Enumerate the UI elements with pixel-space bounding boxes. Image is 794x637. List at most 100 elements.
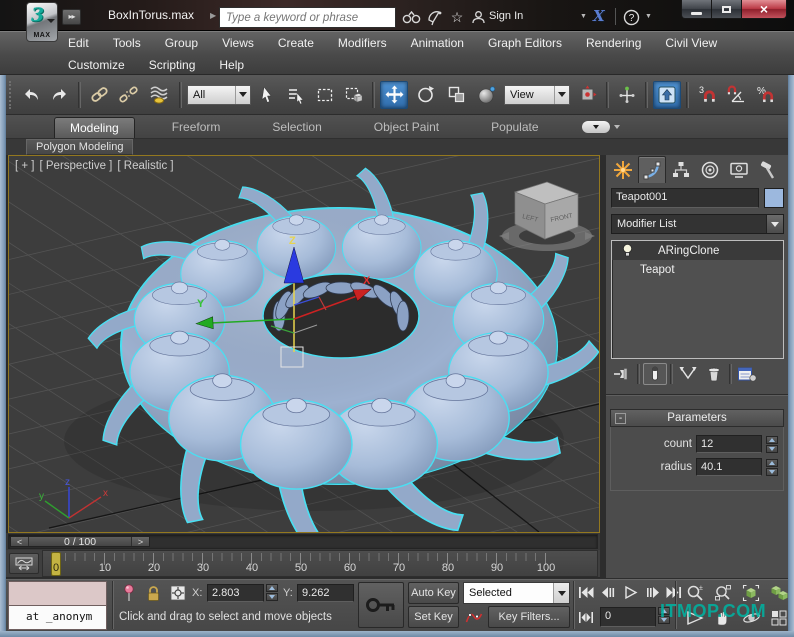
make-unique-button[interactable]	[676, 363, 700, 385]
viewport-menu-general[interactable]: [ + ]	[15, 160, 35, 172]
search-input[interactable]	[220, 8, 395, 28]
ribbon-tab[interactable]: Modeling	[54, 117, 135, 138]
parameter-value-field[interactable]: 40.1	[696, 458, 762, 476]
visibility-bulb-icon[interactable]	[621, 243, 634, 258]
ribbon-panel-polygon-modeling[interactable]: Polygon Modeling	[26, 139, 134, 155]
auto-key-button[interactable]: Auto Key	[408, 582, 459, 604]
current-frame-field[interactable]: 0	[600, 607, 656, 627]
spinner-up-icon[interactable]	[766, 435, 778, 444]
track-bar-ruler[interactable]: 0 10 20 30 40 50 60 70 80 90 100	[42, 550, 598, 577]
modifier-list-dropdown[interactable]: Modifier List	[611, 214, 784, 234]
menu-item[interactable]: Civil View	[653, 34, 729, 52]
ribbon-tab[interactable]: Populate	[476, 117, 553, 138]
tab-modify[interactable]	[638, 156, 666, 183]
select-and-rotate-button[interactable]	[411, 82, 439, 108]
ribbon-tab[interactable]: Selection	[257, 117, 336, 138]
viewport-menu-shading[interactable]: [ Realistic ]	[117, 160, 173, 172]
spinner-up-icon[interactable]	[266, 584, 278, 592]
sign-in-dropdown-caret-icon[interactable]: ▼	[580, 13, 587, 20]
modifier-stack-row[interactable]: Teapot	[612, 260, 783, 279]
rollout-collapse-icon[interactable]: -	[615, 413, 626, 424]
favorites-star-icon[interactable]: ☆	[447, 9, 467, 26]
parameter-spinner[interactable]	[766, 435, 778, 453]
menu-item[interactable]: Help	[207, 56, 256, 74]
remove-modifier-button[interactable]	[702, 363, 726, 385]
perspective-viewport[interactable]: [ + ] [ Perspective ] [ Realistic ] X Y …	[8, 155, 600, 533]
menu-item[interactable]: Customize	[56, 56, 137, 74]
tab-create[interactable]	[609, 156, 637, 183]
viewport-menu-pov[interactable]: [ Perspective ]	[40, 160, 113, 172]
select-by-name-button[interactable]	[283, 82, 309, 108]
spinner-down-icon[interactable]	[766, 467, 778, 476]
pin-stack-button[interactable]	[610, 363, 634, 385]
undo-button[interactable]	[18, 82, 44, 108]
tab-display[interactable]	[725, 156, 753, 183]
go-to-start-button[interactable]	[577, 582, 595, 602]
help-dropdown-caret-icon[interactable]: ▼	[645, 13, 652, 20]
parameters-rollout-header[interactable]: - Parameters	[610, 409, 784, 427]
parameter-spinner[interactable]	[766, 458, 778, 476]
select-and-manipulate-button[interactable]	[614, 82, 640, 108]
menu-item[interactable]: Graph Editors	[476, 34, 574, 52]
maxscript-listener-output[interactable]	[8, 581, 107, 606]
time-slider-handle[interactable]: < 0 / 100 >	[10, 536, 150, 548]
modifier-stack-row[interactable]: ARingClone	[612, 241, 783, 260]
y-coordinate-field[interactable]: 9.262	[297, 584, 354, 602]
configure-modifier-sets-button[interactable]	[735, 363, 759, 385]
menu-item[interactable]: Tools	[101, 34, 153, 52]
keyboard-shortcut-override-button[interactable]	[653, 80, 681, 109]
menu-item[interactable]: Create	[266, 34, 326, 52]
toolbar-grip[interactable]	[9, 80, 13, 109]
select-and-place-button[interactable]	[473, 82, 501, 108]
menu-item[interactable]: Rendering	[574, 34, 653, 52]
selection-filter-dropdown[interactable]: All	[187, 84, 251, 105]
communication-center-button[interactable]	[425, 9, 445, 26]
menu-item[interactable]: Modifiers	[326, 34, 399, 52]
set-key-button[interactable]: Set Key	[408, 606, 459, 628]
snaps-toggle-button[interactable]: 3	[694, 82, 720, 108]
maxscript-listener-input[interactable]: at _anonym	[8, 606, 107, 630]
selection-set-dropdown[interactable]: Selected	[463, 582, 570, 604]
play-animation-button[interactable]	[619, 582, 641, 602]
redo-button[interactable]	[47, 82, 73, 108]
select-and-link-button[interactable]	[86, 82, 112, 108]
tab-hierarchy[interactable]	[667, 156, 695, 183]
menu-item[interactable]: Animation	[399, 34, 476, 52]
menu-item[interactable]: Views	[210, 34, 266, 52]
window-crossing-toggle-button[interactable]	[341, 82, 367, 108]
key-filters-button[interactable]: Key Filters...	[488, 606, 570, 628]
help-button[interactable]: ?	[621, 9, 641, 26]
selection-lock-toggle[interactable]	[143, 583, 164, 603]
menu-item[interactable]: Edit	[56, 34, 101, 52]
x-coordinate-field[interactable]: 2.803	[207, 584, 264, 602]
application-menu-button[interactable]: 3 MAX	[26, 2, 58, 42]
next-frame-button[interactable]	[644, 582, 662, 602]
next-frame-arrow[interactable]: >	[131, 537, 149, 547]
spinner-down-icon[interactable]	[266, 593, 278, 601]
minimize-button[interactable]	[681, 0, 712, 19]
quick-access-overflow-button[interactable]: ▸▸	[62, 9, 81, 25]
select-and-scale-button[interactable]	[442, 82, 470, 108]
object-name-field[interactable]: Teapot001	[611, 188, 759, 208]
key-mode-toggle-button[interactable]	[577, 607, 595, 627]
x-coordinate-spinner[interactable]	[266, 584, 278, 602]
ribbon-tab[interactable]: Object Paint	[359, 117, 454, 138]
teapot-object[interactable]	[239, 397, 353, 532]
reference-coordinate-system-dropdown[interactable]: View	[504, 84, 570, 105]
rectangular-selection-region-button[interactable]	[312, 82, 338, 108]
menu-item[interactable]: Group	[153, 34, 210, 52]
object-color-swatch[interactable]	[764, 188, 784, 208]
title-flyout-caret-icon[interactable]: ▶	[210, 11, 216, 20]
close-button[interactable]: ×	[741, 0, 787, 19]
go-to-end-button[interactable]	[665, 582, 683, 602]
viewcube[interactable]: LEFT FRONT	[499, 181, 595, 251]
tab-motion[interactable]	[696, 156, 724, 183]
absolute-offset-mode-toggle[interactable]	[167, 583, 188, 603]
select-object-button[interactable]	[254, 82, 280, 108]
unlink-selection-button[interactable]	[115, 82, 141, 108]
angle-snap-toggle-button[interactable]	[723, 82, 749, 108]
spinner-up-icon[interactable]	[766, 458, 778, 467]
new-key-default-in-out-tangents-button[interactable]	[463, 606, 485, 628]
tab-utilities[interactable]	[754, 156, 782, 183]
sign-in-button[interactable]	[468, 9, 488, 26]
